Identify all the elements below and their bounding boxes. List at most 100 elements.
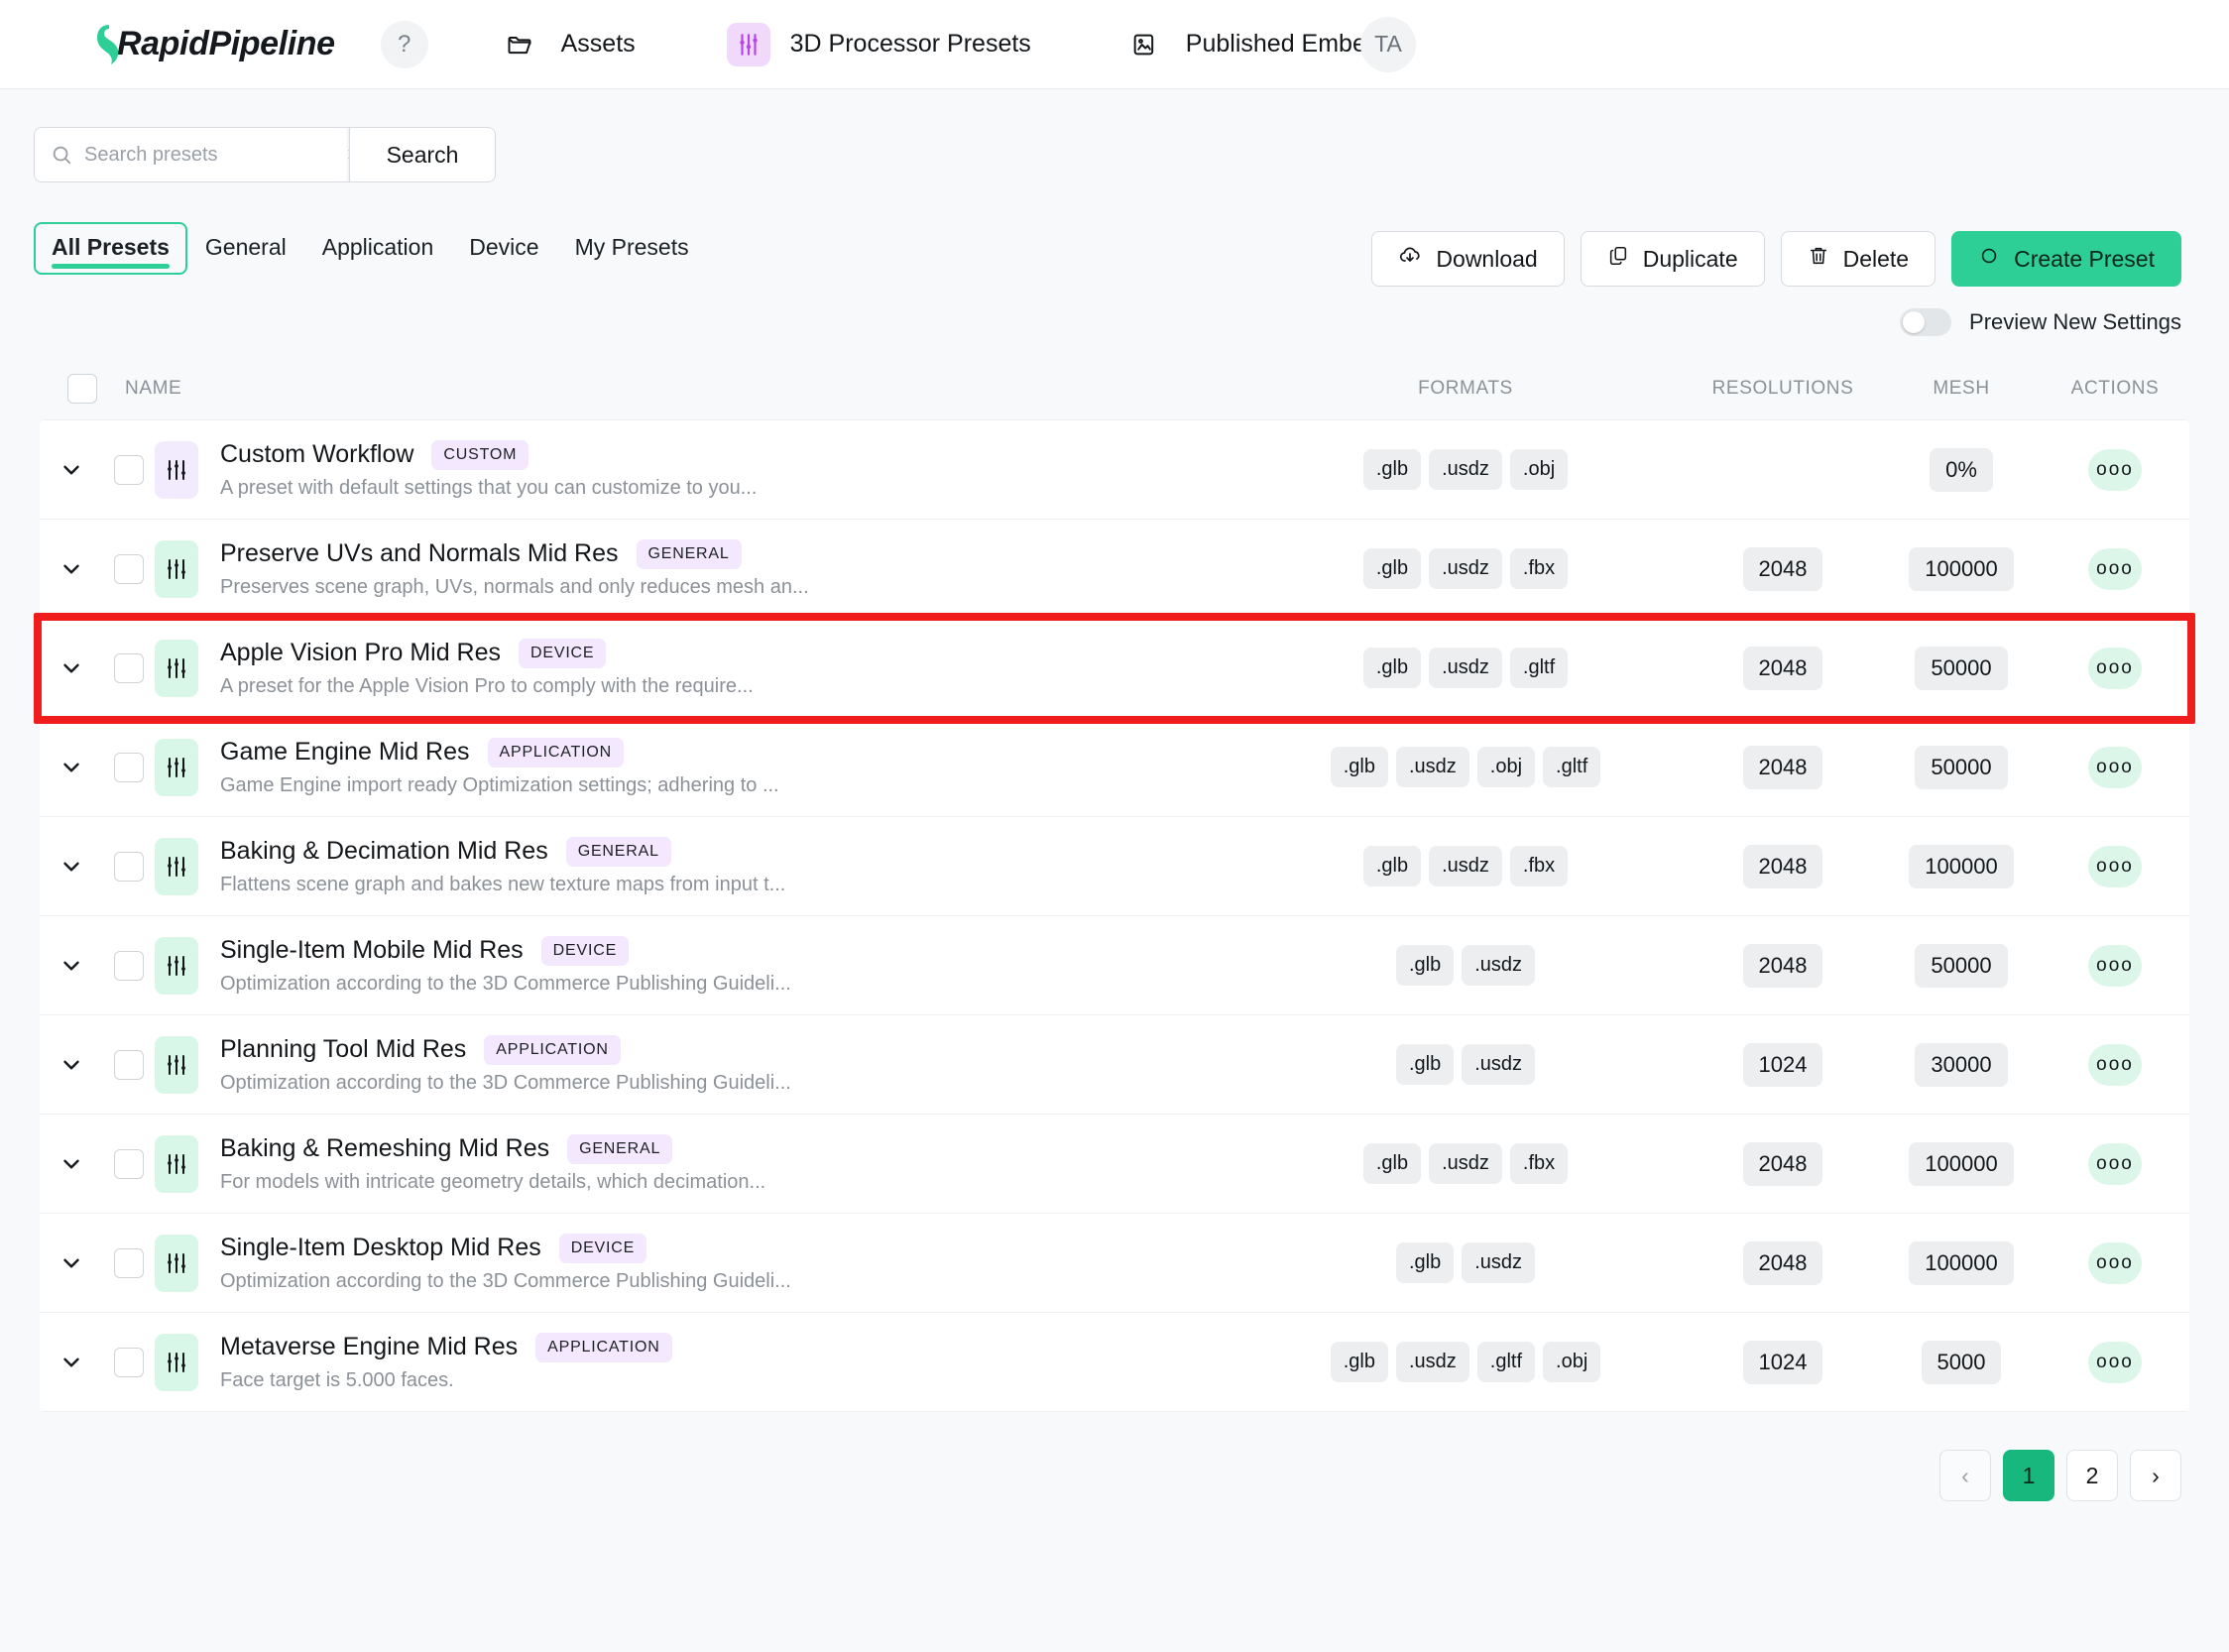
resolutions-cell: 2048 — [1684, 646, 1882, 690]
preset-sliders-icon — [155, 1134, 198, 1193]
preset-sliders-icon — [155, 440, 198, 499]
format-chip: .glb — [1395, 1242, 1455, 1283]
expand-row-chevron-icon[interactable] — [40, 457, 103, 483]
resolution-value: 2048 — [1742, 745, 1823, 789]
row-checkbox[interactable] — [114, 950, 144, 981]
row-checkbox-cell — [103, 1347, 155, 1377]
mesh-cell: 50000 — [1882, 943, 2041, 988]
format-chip: .obj — [1476, 747, 1536, 787]
preset-title: Single-Item Desktop Mid Res — [220, 1234, 541, 1261]
table-row[interactable]: Metaverse Engine Mid Res APPLICATION Fac… — [40, 1313, 2189, 1412]
tab-general[interactable]: General — [187, 222, 304, 275]
table-row[interactable]: Game Engine Mid Res APPLICATION Game Eng… — [40, 718, 2189, 817]
table-row[interactable]: Single-Item Desktop Mid Res DEVICE Optim… — [40, 1214, 2189, 1313]
format-chip: .usdz — [1429, 648, 1502, 688]
nav-item-label: Assets — [560, 30, 636, 58]
row-checkbox[interactable] — [114, 1049, 144, 1080]
expand-row-chevron-icon[interactable] — [40, 556, 103, 582]
preview-settings-row: Preview New Settings — [0, 308, 2181, 336]
pagination-prev-button[interactable]: ‹ — [1939, 1450, 1991, 1501]
resolutions-cell: 2048 — [1684, 1240, 1882, 1285]
row-checkbox[interactable] — [114, 1247, 144, 1278]
search-button[interactable]: Search — [349, 127, 496, 182]
table-row[interactable]: Single-Item Mobile Mid Res DEVICE Optimi… — [40, 916, 2189, 1015]
pagination-next-button[interactable]: › — [2130, 1450, 2181, 1501]
preset-description: A preset for the Apple Vision Pro to com… — [220, 674, 754, 697]
preset-category-badge: DEVICE — [558, 1233, 647, 1263]
nav-item-label: 3D Processor Presets — [789, 30, 1031, 58]
preset-category-badge: DEVICE — [519, 638, 607, 668]
table-row[interactable]: Preserve UVs and Normals Mid Res GENERAL… — [40, 520, 2189, 619]
pagination-page-1[interactable]: 1 — [2003, 1450, 2054, 1501]
nav-item-assets[interactable]: Assets — [498, 23, 636, 66]
expand-row-chevron-icon[interactable] — [40, 1151, 103, 1177]
tab-device[interactable]: Device — [451, 222, 556, 275]
table-row[interactable]: Apple Vision Pro Mid Res DEVICE A preset… — [40, 619, 2189, 718]
actions-cell: ooo — [2041, 845, 2189, 887]
mesh-cell: 100000 — [1882, 1141, 2041, 1186]
tab-my-presets[interactable]: My Presets — [557, 222, 707, 275]
tab-application[interactable]: Application — [304, 222, 452, 275]
format-chip: .usdz — [1462, 1242, 1536, 1283]
row-actions-menu-button[interactable]: ooo — [2088, 1142, 2142, 1185]
delete-button[interactable]: Delete — [1780, 231, 1936, 287]
table-row[interactable]: Baking & Decimation Mid Res GENERAL Flat… — [40, 817, 2189, 916]
expand-row-chevron-icon[interactable] — [40, 1250, 103, 1276]
download-button[interactable]: Download — [1371, 231, 1565, 287]
preset-sliders-icon — [155, 738, 198, 796]
row-actions-menu-button[interactable]: ooo — [2088, 448, 2142, 491]
search-input[interactable] — [72, 128, 347, 181]
row-actions-menu-button[interactable]: ooo — [2088, 746, 2142, 788]
mesh-value: 100000 — [1909, 844, 2014, 888]
duplicate-button[interactable]: Duplicate — [1580, 231, 1765, 287]
nav-item-3d-processor-presets[interactable]: 3D Processor Presets — [726, 22, 1031, 66]
expand-row-chevron-icon[interactable] — [40, 755, 103, 780]
format-chip: .gltf — [1509, 648, 1569, 688]
column-header-actions: ACTIONS — [2070, 378, 2160, 399]
preset-description: Optimization according to the 3D Commerc… — [220, 1071, 791, 1094]
row-checkbox[interactable] — [114, 553, 144, 584]
table-body: Custom Workflow CUSTOM A preset with def… — [40, 419, 2189, 1412]
expand-row-chevron-icon[interactable] — [40, 953, 103, 979]
format-chip: .fbx — [1509, 1143, 1569, 1184]
row-actions-menu-button[interactable]: ooo — [2088, 944, 2142, 987]
table-row[interactable]: Baking & Remeshing Mid Res GENERAL For m… — [40, 1115, 2189, 1214]
row-actions-menu-button[interactable]: ooo — [2088, 845, 2142, 887]
formats-cell: .glb .usdz .gltf — [1247, 648, 1684, 688]
row-actions-menu-button[interactable]: ooo — [2088, 1341, 2142, 1383]
table-row[interactable]: Custom Workflow CUSTOM A preset with def… — [40, 420, 2189, 520]
create-preset-button[interactable]: Create Preset — [1951, 231, 2181, 287]
row-checkbox-cell — [103, 1247, 155, 1278]
row-checkbox-cell — [103, 1049, 155, 1080]
expand-row-chevron-icon[interactable] — [40, 854, 103, 880]
pagination-page-2[interactable]: 2 — [2066, 1450, 2118, 1501]
row-checkbox[interactable] — [114, 1347, 144, 1377]
preset-description: For models with intricate geometry detai… — [220, 1170, 766, 1193]
row-actions-menu-button[interactable]: ooo — [2088, 1241, 2142, 1284]
row-actions-menu-button[interactable]: ooo — [2088, 547, 2142, 590]
row-checkbox[interactable] — [114, 752, 144, 782]
nav-item-published-embeds[interactable]: Published Embeds — [1122, 23, 1392, 66]
mesh-value: 5000 — [1921, 1340, 2002, 1384]
row-actions-menu-button[interactable]: ooo — [2088, 1043, 2142, 1086]
avatar[interactable]: TA — [1360, 16, 1416, 72]
help-button[interactable]: ? — [380, 20, 428, 68]
row-checkbox[interactable] — [114, 851, 144, 882]
row-checkbox[interactable] — [114, 652, 144, 683]
row-actions-menu-button[interactable]: ooo — [2088, 647, 2142, 689]
expand-row-chevron-icon[interactable] — [40, 655, 103, 681]
format-chip: .usdz — [1429, 449, 1502, 490]
tab-all-presets[interactable]: All Presets — [34, 222, 187, 275]
select-all-checkbox[interactable] — [67, 374, 97, 404]
brand-name: RapidPipeline — [117, 25, 335, 62]
table-row[interactable]: Planning Tool Mid Res APPLICATION Optimi… — [40, 1015, 2189, 1115]
preset-name-cell: Planning Tool Mid Res APPLICATION Optimi… — [155, 1034, 1247, 1095]
brand-logo[interactable]: RapidPipeline — [89, 22, 335, 67]
expand-row-chevron-icon[interactable] — [40, 1350, 103, 1375]
expand-row-chevron-icon[interactable] — [40, 1052, 103, 1078]
row-checkbox-cell — [103, 1148, 155, 1179]
row-checkbox[interactable] — [114, 1148, 144, 1179]
row-checkbox-cell — [103, 652, 155, 683]
preview-new-settings-toggle[interactable] — [1900, 308, 1952, 336]
row-checkbox[interactable] — [114, 454, 144, 485]
